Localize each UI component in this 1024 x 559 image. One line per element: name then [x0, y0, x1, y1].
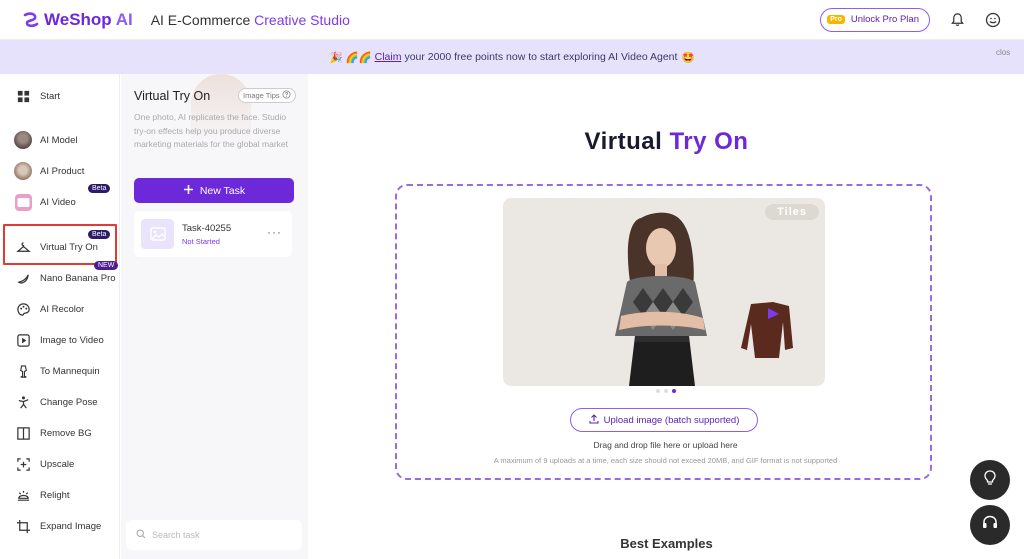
banner-message: your 2000 free points now to start explo…: [404, 51, 678, 63]
new-task-label: New Task: [199, 184, 246, 197]
sidebar-item-ai-product[interactable]: AI Product: [0, 156, 120, 186]
best-examples-heading: Best Examples: [620, 536, 713, 551]
grid-icon: [14, 87, 32, 105]
user-avatar-icon[interactable]: [984, 11, 1002, 29]
banner-close-icon[interactable]: clos: [996, 48, 1016, 66]
search-task-box: [126, 520, 302, 550]
remove-bg-icon: [14, 424, 32, 442]
new-badge: NEW: [94, 261, 119, 270]
upload-image-button[interactable]: Upload image (batch supported): [570, 408, 758, 432]
task-panel-title: Virtual Try On: [134, 89, 211, 103]
sidebar-item-remove-bg[interactable]: Remove BG: [0, 418, 120, 448]
lightbulb-help-button[interactable]: [970, 460, 1010, 500]
sidebar-item-label: Change Pose: [40, 396, 98, 408]
headset-icon: [981, 514, 999, 537]
promo-banner: 🎉 🌈🌈 Claim your 2000 free points now to …: [0, 40, 1024, 74]
bell-icon[interactable]: [948, 11, 966, 29]
preview-label: Tiles: [765, 204, 819, 220]
carousel-dots: [397, 389, 934, 393]
upload-dropzone[interactable]: Tiles Upload image (batch supported) Dra…: [395, 184, 932, 480]
sidebar-item-relight[interactable]: Relight: [0, 480, 120, 510]
pose-icon: [14, 393, 32, 411]
sidebar-item-to-mannequin[interactable]: To Mannequin: [0, 356, 120, 386]
example-preview-image: Tiles: [503, 198, 825, 386]
sidebar-item-label: AI Recolor: [40, 303, 85, 315]
banana-icon: [14, 269, 32, 287]
play-icon: [14, 331, 32, 349]
carousel-dot[interactable]: [663, 389, 668, 393]
upload-icon: [589, 413, 599, 427]
sidebar: Start AI Model AI Product AI Video Beta …: [0, 74, 120, 559]
avatar-icon: [14, 131, 32, 149]
sidebar-item-ai-recolor[interactable]: AI Recolor: [0, 294, 120, 324]
task-status: Not Started: [182, 237, 220, 246]
expand-icon: [14, 517, 32, 535]
image-tips-label: Image Tips: [243, 91, 280, 100]
logo-ai-text: AI: [115, 9, 133, 29]
customer-support-button[interactable]: [970, 505, 1010, 545]
sidebar-item-upscale[interactable]: Upscale: [0, 449, 120, 479]
unlock-pro-button[interactable]: Pro Unlock Pro Plan: [820, 7, 930, 32]
sidebar-item-label: Start: [40, 90, 61, 102]
task-card[interactable]: Task-40255 Not Started ···: [134, 211, 292, 257]
image-tips-button[interactable]: Image Tips: [238, 88, 296, 103]
sidebar-item-label: Upscale: [40, 458, 75, 470]
lightbulb-icon: [981, 469, 999, 492]
page-title-prefix: Virtual: [584, 128, 663, 155]
top-header: WeShop AI AI E-Commerce Creative Studio …: [0, 0, 1024, 40]
upload-image-label: Upload image (batch supported): [603, 414, 740, 426]
app-title: AI E-Commerce Creative Studio: [151, 12, 350, 28]
page-title: Virtual Try On: [309, 128, 1024, 156]
weshop-logo[interactable]: WeShop AI: [22, 10, 133, 30]
logo-text: WeShop: [44, 9, 112, 29]
help-circle-icon: [282, 90, 291, 101]
video-icon: [14, 193, 32, 211]
upload-limit-note: A maximum of 9 uploads at a time, each s…: [493, 456, 838, 465]
sidebar-item-label: Relight: [40, 489, 70, 501]
carousel-dot[interactable]: [655, 389, 660, 393]
app-title-prefix: AI E-Commerce: [150, 11, 251, 28]
pro-badge: Pro: [827, 15, 845, 24]
mannequin-icon: [14, 362, 32, 380]
highlight-box: [3, 224, 117, 265]
sidebar-item-label: To Mannequin: [40, 365, 100, 377]
sidebar-item-label: Image to Video: [40, 334, 104, 346]
search-icon: [136, 529, 146, 541]
palette-icon: [14, 300, 32, 318]
unlock-pro-label: Unlock Pro Plan: [850, 14, 919, 25]
carousel-dot-active[interactable]: [671, 389, 676, 393]
main-content: Virtual Try On Tiles Upload image (batch…: [309, 74, 1024, 559]
page-title-highlight: Try On: [669, 128, 749, 155]
task-panel-description: One photo, AI replicates the face. Studi…: [134, 112, 289, 149]
sidebar-item-expand-image[interactable]: Expand Image: [0, 511, 120, 541]
beta-badge: Beta: [88, 184, 111, 193]
task-name: Task-40255: [182, 223, 232, 234]
plus-icon: [183, 184, 194, 198]
model-illustration: [615, 212, 793, 386]
sidebar-item-image-to-video[interactable]: Image to Video: [0, 325, 120, 355]
sidebar-item-label: Nano Banana Pro: [40, 272, 116, 284]
image-placeholder-icon: [141, 219, 174, 249]
banner-emoji-suffix: 🤩: [681, 51, 695, 64]
app-title-highlight: Creative Studio: [254, 11, 350, 28]
upscale-icon: [14, 455, 32, 473]
sidebar-item-label: Remove BG: [40, 427, 92, 439]
sidebar-item-label: Expand Image: [40, 520, 102, 532]
sidebar-item-label: AI Product: [40, 165, 85, 177]
logo-mark-icon: [22, 11, 40, 29]
sidebar-item-start[interactable]: Start: [0, 81, 120, 111]
more-options-icon[interactable]: ···: [267, 225, 282, 239]
avatar-icon: [14, 162, 32, 180]
claim-link[interactable]: Claim: [375, 51, 402, 63]
sidebar-item-label: AI Model: [40, 134, 78, 146]
sidebar-item-label: AI Video: [40, 196, 76, 208]
relight-icon: [14, 486, 32, 504]
task-panel: Virtual Try On Image Tips One photo, AI …: [121, 74, 308, 559]
sidebar-item-ai-model[interactable]: AI Model: [0, 125, 120, 155]
new-task-button[interactable]: New Task: [134, 178, 294, 203]
search-task-input[interactable]: [152, 530, 282, 540]
drag-drop-hint: Drag and drop file here or upload here: [593, 440, 738, 450]
banner-emoji-prefix: 🎉 🌈🌈: [329, 51, 372, 64]
sidebar-item-change-pose[interactable]: Change Pose: [0, 387, 120, 417]
